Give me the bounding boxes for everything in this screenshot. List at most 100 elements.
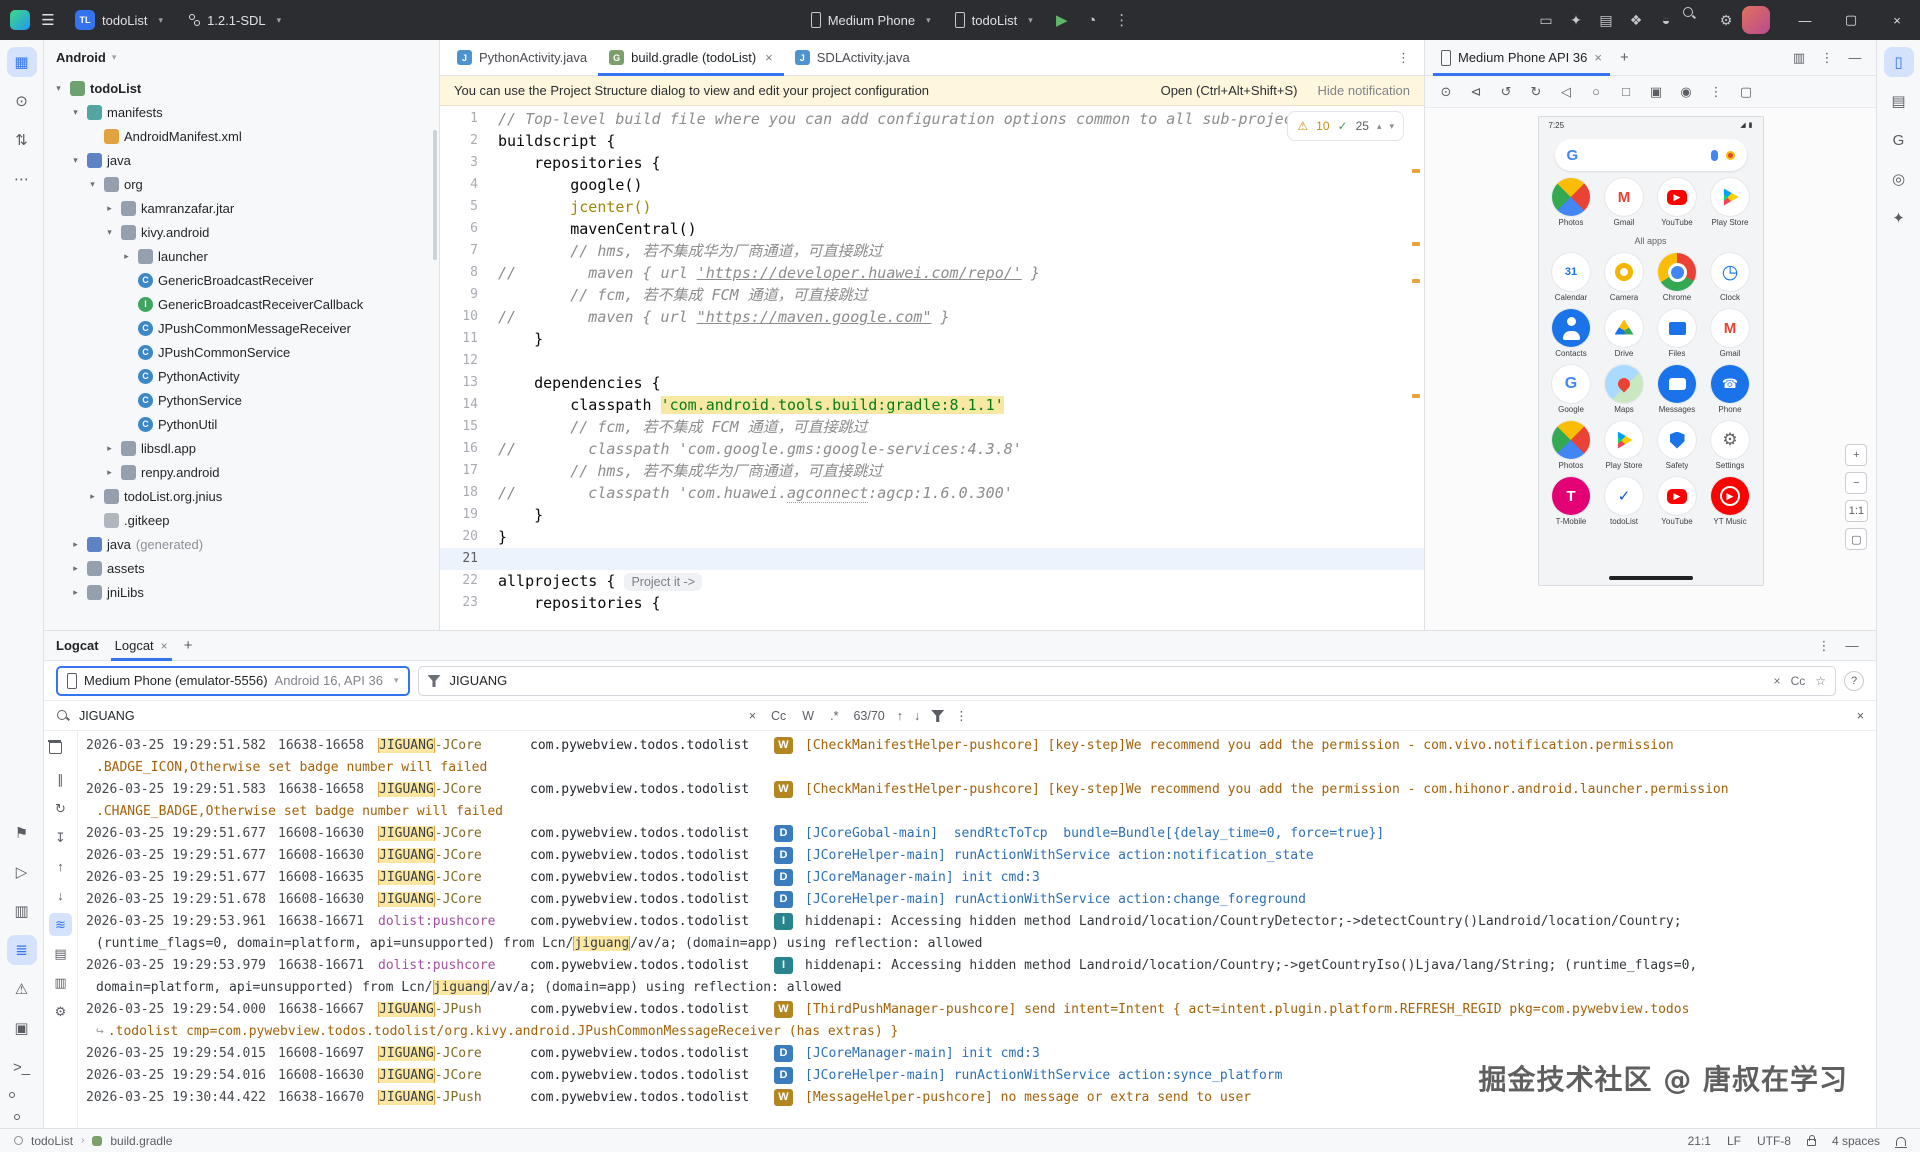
next-occurrence-icon[interactable]: ↓ (49, 884, 72, 907)
log-row[interactable]: 2026-03-25 19:29:51.67716608-16635JIGUAN… (86, 866, 1876, 888)
tree-chevron-icon[interactable]: ▾ (86, 179, 99, 190)
split-panel-icon[interactable]: ▥ (49, 971, 72, 994)
tree-item[interactable]: ▾java (44, 148, 439, 172)
app-contacts[interactable]: Contacts (1546, 309, 1596, 358)
code-line[interactable]: 16// classpath 'com.google.gms:google-se… (440, 438, 1424, 460)
new-logcat-tab-icon[interactable]: + (184, 637, 193, 654)
code-line[interactable]: 15 // fcm, 若不集成 FCM 通道，可直接跳过 (440, 416, 1424, 438)
code-line[interactable]: 20} (440, 526, 1424, 548)
app-photos[interactable]: Photos (1546, 178, 1596, 227)
screenshot-icon[interactable]: ▣ (1643, 79, 1669, 105)
zoom-fit-button[interactable]: ▢ (1845, 528, 1867, 550)
code-line[interactable]: 1// Top-level build file where you can a… (440, 108, 1424, 130)
app-files[interactable]: Files (1652, 309, 1702, 358)
log-row[interactable]: 2026-03-25 19:29:53.96116638-16671dolist… (86, 910, 1876, 932)
log-row-continuation[interactable]: ↪.todolist cmp=com.pywebview.todos.todol… (86, 1020, 1876, 1042)
home-icon[interactable]: ○ (1583, 79, 1609, 105)
assistant-tool-icon[interactable]: ✦ (1884, 203, 1914, 233)
lock-icon[interactable] (1807, 1139, 1816, 1146)
log-row-continuation[interactable]: (runtime_flags=0, domain=platform, api=u… (86, 932, 1876, 954)
restart-logcat-icon[interactable]: ↻ (49, 797, 72, 820)
tree-item[interactable]: ▸assets (44, 556, 439, 580)
pull-requests-tool-icon[interactable]: ⇅ (7, 125, 37, 155)
volume-icon[interactable]: ⊲ (1463, 79, 1489, 105)
code-line[interactable]: 6 mavenCentral() (440, 218, 1424, 240)
more-run-options-icon[interactable]: ⋮ (1108, 6, 1136, 34)
close-logcat-tab-icon[interactable]: × (161, 639, 168, 653)
log-row-continuation[interactable]: .CHANGE_BADGE,Otherwise set badge number… (86, 800, 1876, 822)
emulator-screen[interactable]: 7:25 ◢▮ G PhotosGmailYouTubePlay StoreAl… (1538, 116, 1764, 586)
app-phone[interactable]: Phone (1705, 365, 1755, 414)
tree-chevron-icon[interactable]: ▸ (103, 443, 116, 454)
logcat-more-icon[interactable]: ⋮ (1812, 634, 1836, 658)
app-gmail[interactable]: Gmail (1599, 178, 1649, 227)
banner-hide-link[interactable]: Hide notification (1318, 83, 1411, 98)
tree-chevron-icon[interactable]: ▸ (69, 563, 82, 574)
tree-item[interactable]: ▸java (generated) (44, 532, 439, 556)
tree-chevron-icon[interactable]: ▸ (103, 203, 116, 214)
logcat-filter-field[interactable]: JIGUANG ×Cc☆ (418, 666, 1837, 696)
app-chrome[interactable]: Chrome (1652, 253, 1702, 302)
code-line[interactable]: 12 (440, 350, 1424, 372)
app-tmobile[interactable]: T-Mobile (1546, 477, 1596, 526)
pause-logcat-icon[interactable]: ∥ (49, 768, 72, 791)
ai-assistant-icon[interactable]: ✦ (1562, 6, 1590, 34)
line-ending[interactable]: LF (1727, 1134, 1741, 1148)
notifications-icon[interactable] (1896, 1137, 1906, 1146)
prev-problem-icon[interactable]: ▴ (1377, 115, 1382, 137)
tree-item[interactable]: CGenericBroadcastReceiver (44, 268, 439, 292)
tree-item[interactable]: IGenericBroadcastReceiverCallback (44, 292, 439, 316)
project-tool-icon[interactable]: ▦ (7, 47, 37, 77)
log-row[interactable]: 2026-03-25 19:29:51.67716608-16630JIGUAN… (86, 844, 1876, 866)
inspection-widget[interactable]: ⚠ 10 ✓ 25 ▴ ▾ (1287, 111, 1404, 141)
device-mirroring-icon[interactable]: ▭ (1532, 6, 1560, 34)
problems-tool-icon[interactable]: ⚠ (7, 974, 37, 1004)
code-line[interactable]: 3 repositories { (440, 152, 1424, 174)
logcat-log-list[interactable]: 2026-03-25 19:29:51.58216638-16658JIGUAN… (78, 731, 1876, 1128)
app-gmail[interactable]: Gmail (1705, 309, 1755, 358)
indent-setting[interactable]: 4 spaces (1832, 1134, 1880, 1148)
app-youtube[interactable]: YouTube (1652, 178, 1702, 227)
run-configuration-selector[interactable]: todoList (946, 5, 1042, 35)
user-avatar[interactable] (1742, 6, 1770, 34)
app-ytmusic[interactable]: YT Music (1705, 477, 1755, 526)
code-line[interactable]: 11 } (440, 328, 1424, 350)
close-device-tab-icon[interactable]: × (1594, 50, 1602, 65)
more-options-icon[interactable]: ⋮ (1814, 45, 1840, 71)
code-line[interactable]: 8// maven { url 'https://developer.huawe… (440, 262, 1424, 284)
close-tab-icon[interactable]: × (765, 50, 773, 65)
record-icon[interactable]: ◉ (1673, 79, 1699, 105)
code-line[interactable]: 22allprojects { Project it -> (440, 570, 1424, 592)
rotate-right-icon[interactable]: ↻ (1523, 79, 1549, 105)
code-line[interactable]: 2buildscript { (440, 130, 1424, 152)
tree-chevron-icon[interactable]: ▸ (69, 587, 82, 598)
tree-chevron-icon[interactable]: ▸ (120, 251, 133, 262)
device-selector[interactable]: Medium Phone (802, 5, 940, 35)
tree-chevron-icon[interactable]: ▾ (69, 107, 82, 118)
run-tool-icon[interactable]: ▷ (7, 857, 37, 887)
filter-matches-icon[interactable] (931, 709, 944, 722)
app-maps[interactable]: Maps (1599, 365, 1649, 414)
tree-item[interactable]: ▸launcher (44, 244, 439, 268)
app-play[interactable]: Play Store (1705, 178, 1755, 227)
logcat-tool-icon[interactable]: ≣ (7, 935, 37, 965)
clear-logcat-icon[interactable] (49, 739, 72, 762)
tree-item[interactable]: ▸renpy.android (44, 460, 439, 484)
split-editor-icon[interactable]: ▥ (1786, 45, 1812, 71)
log-row-continuation[interactable]: domain=platform, api=unsupported) from L… (86, 976, 1876, 998)
logcat-settings-icon[interactable]: ⚙ (49, 1000, 72, 1023)
tree-chevron-icon[interactable]: ▸ (86, 491, 99, 502)
code-line[interactable]: 23 repositories { (440, 592, 1424, 614)
app-todolist[interactable]: todoList (1599, 477, 1649, 526)
breadcrumb-file[interactable]: build.gradle (110, 1134, 172, 1148)
app-clock[interactable]: Clock (1705, 253, 1755, 302)
tree-item[interactable]: ▾manifests (44, 100, 439, 124)
code-line[interactable]: 5 jcenter() (440, 196, 1424, 218)
app-calendar[interactable]: Calendar (1546, 253, 1596, 302)
log-row[interactable]: 2026-03-25 19:29:54.00016638-16667JIGUAN… (86, 998, 1876, 1020)
gesture-bar[interactable] (1609, 576, 1693, 580)
profiler-button[interactable]: ◔ (1078, 6, 1106, 34)
branch-selector[interactable]: 1.2.1-SDL (178, 5, 290, 35)
lens-icon[interactable] (1726, 151, 1735, 160)
editor-tab[interactable]: Gbuild.gradle (todoList)× (598, 40, 784, 75)
